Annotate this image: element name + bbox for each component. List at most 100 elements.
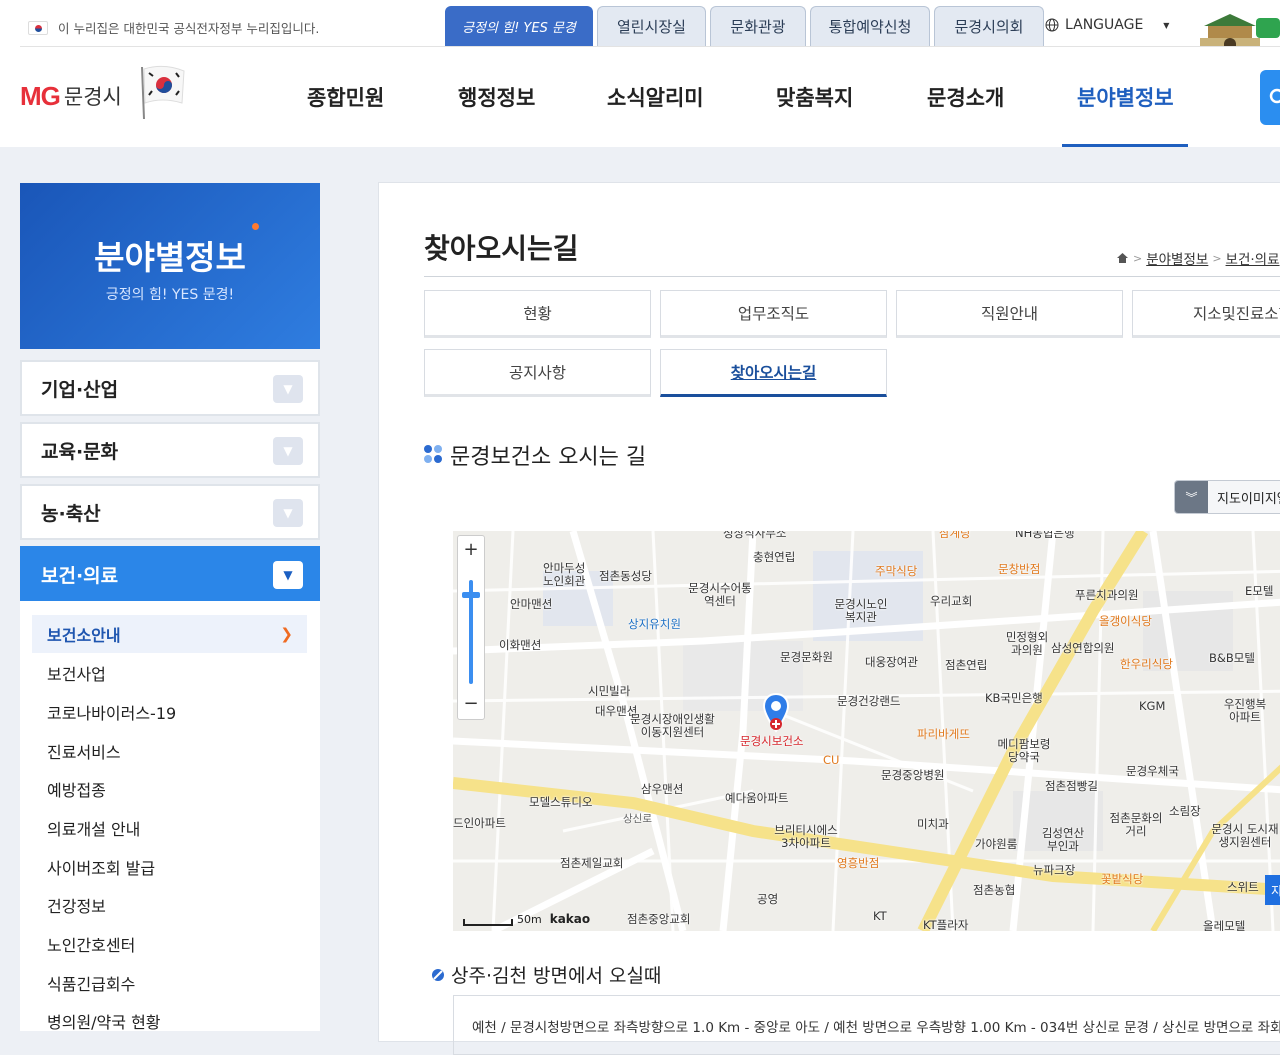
nav-field-info[interactable]: 분야별정보: [1077, 82, 1174, 112]
map-label: CU: [823, 753, 840, 767]
sidebar-item-food-recall[interactable]: 식품긴급회수: [32, 964, 307, 1002]
search-button[interactable]: [1260, 70, 1280, 125]
sidebar-submenu: 보건소안내 ❯ 보건사업 코로나바이러스-19 진료서비스 예방접종 의료개설 안…: [20, 601, 320, 1032]
gov-notice-text: 이 누리집은 대한민국 공식전자정부 누리집입니다.: [58, 21, 320, 36]
map-label: 올갱이식당: [1099, 614, 1152, 628]
map-label: 꽃밭식당: [1101, 872, 1144, 886]
sidebar-item-medical-service[interactable]: 진료서비스: [32, 732, 307, 770]
map-label: 공영: [757, 892, 779, 906]
sidebar-item-vaccination[interactable]: 예방접종: [32, 770, 307, 808]
map-label: 민정형외과의원: [1005, 630, 1049, 658]
map-label: 충현연립: [753, 550, 796, 564]
map-label: KT플라자: [923, 918, 969, 931]
map-label: 김성연산부인과: [1041, 826, 1085, 854]
map-label: 주막식당: [875, 564, 918, 578]
tab-branch-clinics[interactable]: 지소및진료소현황: [1132, 290, 1280, 338]
divider: [424, 276, 1280, 277]
map-label: 점촌농협: [973, 883, 1016, 897]
zoom-out-icon[interactable]: −: [458, 693, 484, 714]
city-logo[interactable]: MG 문경시: [20, 65, 188, 123]
tab-notice[interactable]: 공지사항: [424, 349, 651, 397]
map-label: NH농협은행: [1015, 531, 1075, 540]
map-image-toggle-button[interactable]: ︾ 지도이미지열기: [1174, 480, 1280, 514]
sidebar-item-health-projects[interactable]: 보건사업: [32, 654, 307, 692]
category-label: 기업·산업: [41, 378, 119, 401]
site-tab-council[interactable]: 문경시의회: [934, 6, 1044, 46]
chevron-down-icon: ▼: [273, 437, 303, 465]
site-tab-reservation[interactable]: 통합예약신청: [810, 6, 930, 46]
sidebar-item-health-info[interactable]: 건강정보: [32, 886, 307, 924]
route-description: 예천 / 문경시청방면으로 좌측방향으로 1.0 Km - 중앙로 아도 / 예…: [453, 995, 1280, 1055]
korea-flag-icon: [28, 20, 48, 35]
route-title: 상주·김천 방면에서 오실때: [431, 961, 661, 988]
zoom-slider-handle[interactable]: [462, 592, 480, 598]
map-label: 소림장: [1169, 804, 1201, 818]
sidebar-category-health[interactable]: 보건·의료 ▼: [20, 546, 320, 602]
map-open-button[interactable]: 지도: [1265, 875, 1280, 905]
nav-admin-info[interactable]: 행정정보: [458, 82, 535, 112]
top-bar: 이 누리집은 대한민국 공식전자정부 누리집입니다. 긍정의 힘! YES 문경…: [0, 0, 1280, 52]
kakao-logo: kakao: [549, 912, 591, 926]
tab-status[interactable]: 현황: [424, 290, 651, 338]
map-zoom-control[interactable]: + −: [457, 535, 485, 720]
sidebar-item-clinic-opening[interactable]: 의료개설 안내: [32, 809, 307, 847]
tab-directions[interactable]: 찾아오시는길: [660, 349, 887, 397]
breadcrumb: > 분야별정보 > 보건·의료: [1116, 248, 1280, 268]
accent-dot: [252, 223, 259, 230]
nav-active-underline: [1062, 144, 1188, 147]
language-label: LANGUAGE: [1065, 17, 1144, 33]
map-label: KB국민은행: [985, 691, 1043, 705]
globe-icon: [1045, 18, 1059, 32]
map-label: 문경시장애인생활이동지원센터: [630, 712, 715, 740]
map-label: 스위트: [1227, 880, 1259, 894]
tab-staff[interactable]: 직원안내: [896, 290, 1123, 338]
map-label: 문창반점: [998, 562, 1041, 576]
chevron-right-icon: ❯: [280, 625, 293, 643]
map-label: 뉴파크장: [1033, 863, 1076, 877]
sidebar-item-label: 보건소안내: [47, 626, 121, 645]
sidebar: 분야별정보 긍정의 힘! YES 문경! 기업·산업 ▼ 교육·문화 ▼ 농·축산 ▼…: [20, 183, 320, 1032]
sidebar-category-education[interactable]: 교육·문화 ▼: [20, 422, 320, 478]
map-label: 삼우맨션: [641, 782, 684, 796]
map-label: 점촌동성당: [599, 569, 652, 583]
map-label: 문경우체국: [1126, 764, 1179, 778]
home-icon[interactable]: [1116, 252, 1129, 264]
map-scale: 50m kakao: [463, 912, 590, 926]
sidebar-item-elderly-care[interactable]: 노인간호센터: [32, 925, 307, 963]
nav-welfare[interactable]: 맞춤복지: [776, 82, 853, 112]
sidebar-item-hospital-list[interactable]: 병의원/약국 현황: [32, 1002, 307, 1040]
tab-org-chart[interactable]: 업무조직도: [660, 290, 887, 338]
map-label: 올레모텔: [1203, 919, 1246, 931]
category-label: 보건·의료: [41, 564, 119, 587]
scale-bar: [463, 919, 513, 926]
main-content: 찾아오시는길 > 분야별정보 > 보건·의료 현황 업무조직도 직원안내 지소및…: [378, 182, 1280, 1055]
map-label: 점촌연립: [945, 658, 988, 672]
breadcrumb-health[interactable]: 보건·의료: [1226, 248, 1280, 268]
location-map[interactable]: + − 성상식사무소 충현연립 주막식당 삼계탕 NH농협은행 문창반점 안마두…: [453, 531, 1280, 931]
nav-civil-service[interactable]: 종합민원: [307, 82, 384, 112]
sidebar-category-agriculture[interactable]: 농·축산 ▼: [20, 484, 320, 540]
map-label: 성상식사무소: [723, 531, 787, 540]
route-bullet-icon: [432, 968, 444, 981]
nav-about[interactable]: 문경소개: [927, 82, 1004, 112]
site-tab-culture-tour[interactable]: 문화관광: [710, 6, 806, 46]
site-tab-yes-mungyeong[interactable]: 긍정의 힘! YES 문경: [445, 6, 593, 46]
sidebar-item-health-center[interactable]: 보건소안내 ❯: [32, 615, 307, 653]
map-label: 안마두성노인회관: [543, 561, 586, 589]
sidebar-item-cyber-certificate[interactable]: 사이버조회 발급: [32, 848, 307, 886]
sidebar-category-industry[interactable]: 기업·산업 ▼: [20, 360, 320, 416]
map-label: 미치과: [917, 817, 949, 831]
site-tab-open-mayor[interactable]: 열린시장실: [597, 6, 706, 46]
map-label: 우진행복아파트: [1223, 697, 1267, 725]
language-select[interactable]: LANGUAGE ▼: [1045, 17, 1169, 33]
map-toggle-label: 지도이미지열기: [1217, 491, 1280, 507]
zoom-in-icon[interactable]: +: [458, 539, 484, 560]
chevron-down-icon: ▼: [273, 375, 303, 403]
nav-news[interactable]: 소식알리미: [607, 82, 704, 112]
map-label: 삼성연합의원: [1051, 641, 1115, 655]
breadcrumb-field-info[interactable]: 분야별정보: [1146, 248, 1208, 268]
sidebar-item-covid19[interactable]: 코로나바이러스-19: [32, 693, 307, 731]
sidebar-title: 분야별정보: [94, 238, 246, 277]
map-label: 삼계탕: [939, 531, 971, 540]
map-label: 메디팜보령당약국: [997, 737, 1051, 765]
